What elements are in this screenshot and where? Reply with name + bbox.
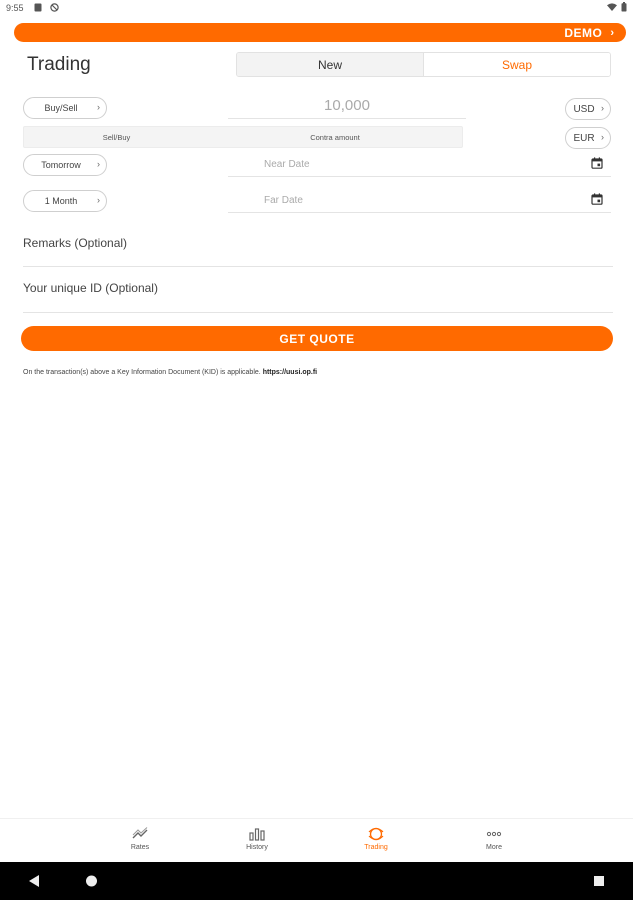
near-tenor-label: Tomorrow [41,160,81,170]
tab-new[interactable]: New [237,53,424,76]
back-icon[interactable] [28,874,40,888]
trading-icon [368,827,384,841]
far-date-placeholder: Far Date [264,195,303,206]
sell-buy-strip: Sell/Buy Contra amount [23,126,463,148]
near-tenor-selector[interactable]: Tomorrow › [23,154,107,176]
tab-swap[interactable]: Swap [424,53,610,76]
sell-buy-label: Sell/Buy [102,133,131,142]
rates-icon [132,827,148,839]
get-quote-button[interactable]: GET QUOTE [21,326,613,351]
nav-label-trading: Trading [364,844,388,851]
buy-sell-selector[interactable]: Buy/Sell › [23,97,107,119]
status-right-icons [607,2,627,12]
chevron-right-icon: › [601,132,604,142]
demo-label: DEMO [564,25,603,40]
contra-amount-label: Contra amount [310,133,360,142]
system-navigation-bar [0,862,633,900]
home-icon[interactable] [85,874,98,888]
buy-sell-label: Buy/Sell [44,103,78,113]
near-date-field[interactable]: Near Date [228,153,611,177]
unique-id-input[interactable]: Your unique ID (Optional) [23,281,613,313]
currency-2-label: EUR [573,132,595,144]
currency-1-label: USD [573,103,595,115]
far-tenor-label: 1 Month [44,196,78,206]
nav-label-rates: Rates [130,844,150,851]
nav-item-more[interactable]: More [464,827,524,851]
history-icon [249,828,265,841]
nav-item-history[interactable]: History [227,827,287,851]
chevron-right-icon: › [97,159,100,169]
far-date-field[interactable]: Far Date [228,189,611,213]
demo-banner[interactable]: DEMO › [14,23,626,42]
chevron-right-icon: › [610,26,614,39]
unique-id-label: Your unique ID (Optional) [23,281,158,295]
far-tenor-selector[interactable]: 1 Month › [23,190,107,212]
status-time: 9:55 [6,3,24,13]
near-date-placeholder: Near Date [264,159,310,170]
currency-1-selector[interactable]: USD › [565,98,611,120]
calendar-icon[interactable] [591,193,603,205]
data-saver-icon [50,3,59,14]
nav-item-rates[interactable]: Rates [110,827,170,851]
nav-label-more: More [486,844,502,851]
calendar-icon[interactable] [591,157,603,169]
kid-note-text: On the transaction(s) above a Key Inform… [23,369,261,376]
more-icon [486,831,502,837]
wifi-icon [607,3,617,11]
chevron-right-icon: › [97,195,100,205]
kid-link[interactable]: https://uusi.op.fi [263,369,317,376]
recents-icon[interactable] [593,874,605,888]
battery-icon [621,2,627,12]
nav-item-trading[interactable]: Trading [346,827,406,851]
remarks-input[interactable]: Remarks (Optional) [23,236,613,267]
amount-input[interactable]: 10,000 [228,92,466,119]
currency-2-selector[interactable]: EUR › [565,127,611,149]
nav-label-history: History [246,844,268,851]
status-bar: 9:55 [0,0,633,18]
page-title: Trading [27,54,91,75]
kid-note: On the transaction(s) above a Key Inform… [23,369,317,376]
trade-type-segmented-control: New Swap [236,52,611,77]
bottom-navigation: Rates History Trading More [0,818,633,860]
chevron-right-icon: › [97,102,100,112]
sim-card-icon [34,3,42,14]
chevron-right-icon: › [601,103,604,113]
remarks-label: Remarks (Optional) [23,236,128,250]
